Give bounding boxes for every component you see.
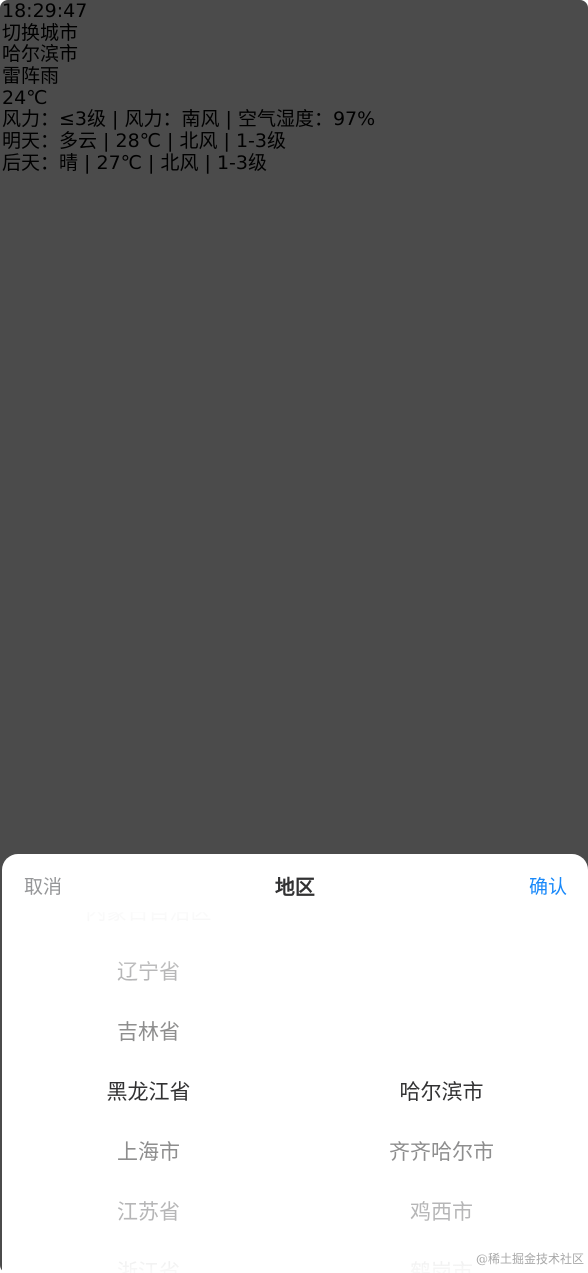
province-option[interactable]: 吉林省 — [2, 1002, 295, 1062]
temperature: 24℃ — [2, 86, 48, 109]
switch-city-button[interactable]: 切换城市 — [2, 22, 375, 45]
weather-details: 风力：≤3级 | 风力：南风 | 空气湿度：97% — [2, 108, 376, 131]
province-option[interactable]: 内蒙古自治区 — [2, 912, 295, 942]
province-option[interactable]: 江苏省 — [2, 1182, 295, 1242]
city-option-selected[interactable]: 哈尔滨市 — [295, 1062, 588, 1122]
weather-info: 18:29:47 切换城市 哈尔滨市 雷阵雨 24℃ 风力：≤3级 | 风力：南… — [2, 0, 376, 175]
city-column[interactable]: 哈尔滨市 齐齐哈尔市 鸡西市 鹤岗市 — [295, 912, 588, 1273]
current-time: 18:29:47 — [2, 0, 88, 22]
city-option[interactable]: 鸡西市 — [295, 1182, 588, 1242]
city-name: 哈尔滨市 — [2, 43, 79, 66]
province-column[interactable]: 内蒙古自治区 辽宁省 吉林省 黑龙江省 上海市 江苏省 浙江省 — [2, 912, 295, 1273]
forecast-tomorrow: 明天：多云 | 28℃ | 北风 | 1-3级 — [2, 130, 286, 153]
city-option[interactable]: 齐齐哈尔市 — [295, 1122, 588, 1182]
province-option[interactable]: 辽宁省 — [2, 942, 295, 1002]
watermark: @稀土掘金技术社区 — [475, 1252, 584, 1266]
forecast-day-after: 后天：晴 | 27℃ | 北风 | 1-3级 — [2, 151, 267, 174]
picker-toolbar: 取消 地区 确认 — [2, 854, 588, 914]
area-picker-popup: 取消 地区 确认 内蒙古自治区 辽宁省 吉林省 黑龙江省 上海市 江苏省 浙江省… — [2, 854, 588, 1273]
weather-condition: 雷阵雨 — [2, 65, 60, 88]
province-option-selected[interactable]: 黑龙江省 — [2, 1062, 295, 1122]
picker-columns: 内蒙古自治区 辽宁省 吉林省 黑龙江省 上海市 江苏省 浙江省 哈尔滨市 齐齐哈… — [2, 912, 588, 1273]
province-option[interactable]: 浙江省 — [2, 1242, 295, 1273]
province-option[interactable]: 上海市 — [2, 1122, 295, 1182]
confirm-button[interactable]: 确认 — [529, 872, 567, 899]
picker-title: 地区 — [275, 875, 315, 899]
